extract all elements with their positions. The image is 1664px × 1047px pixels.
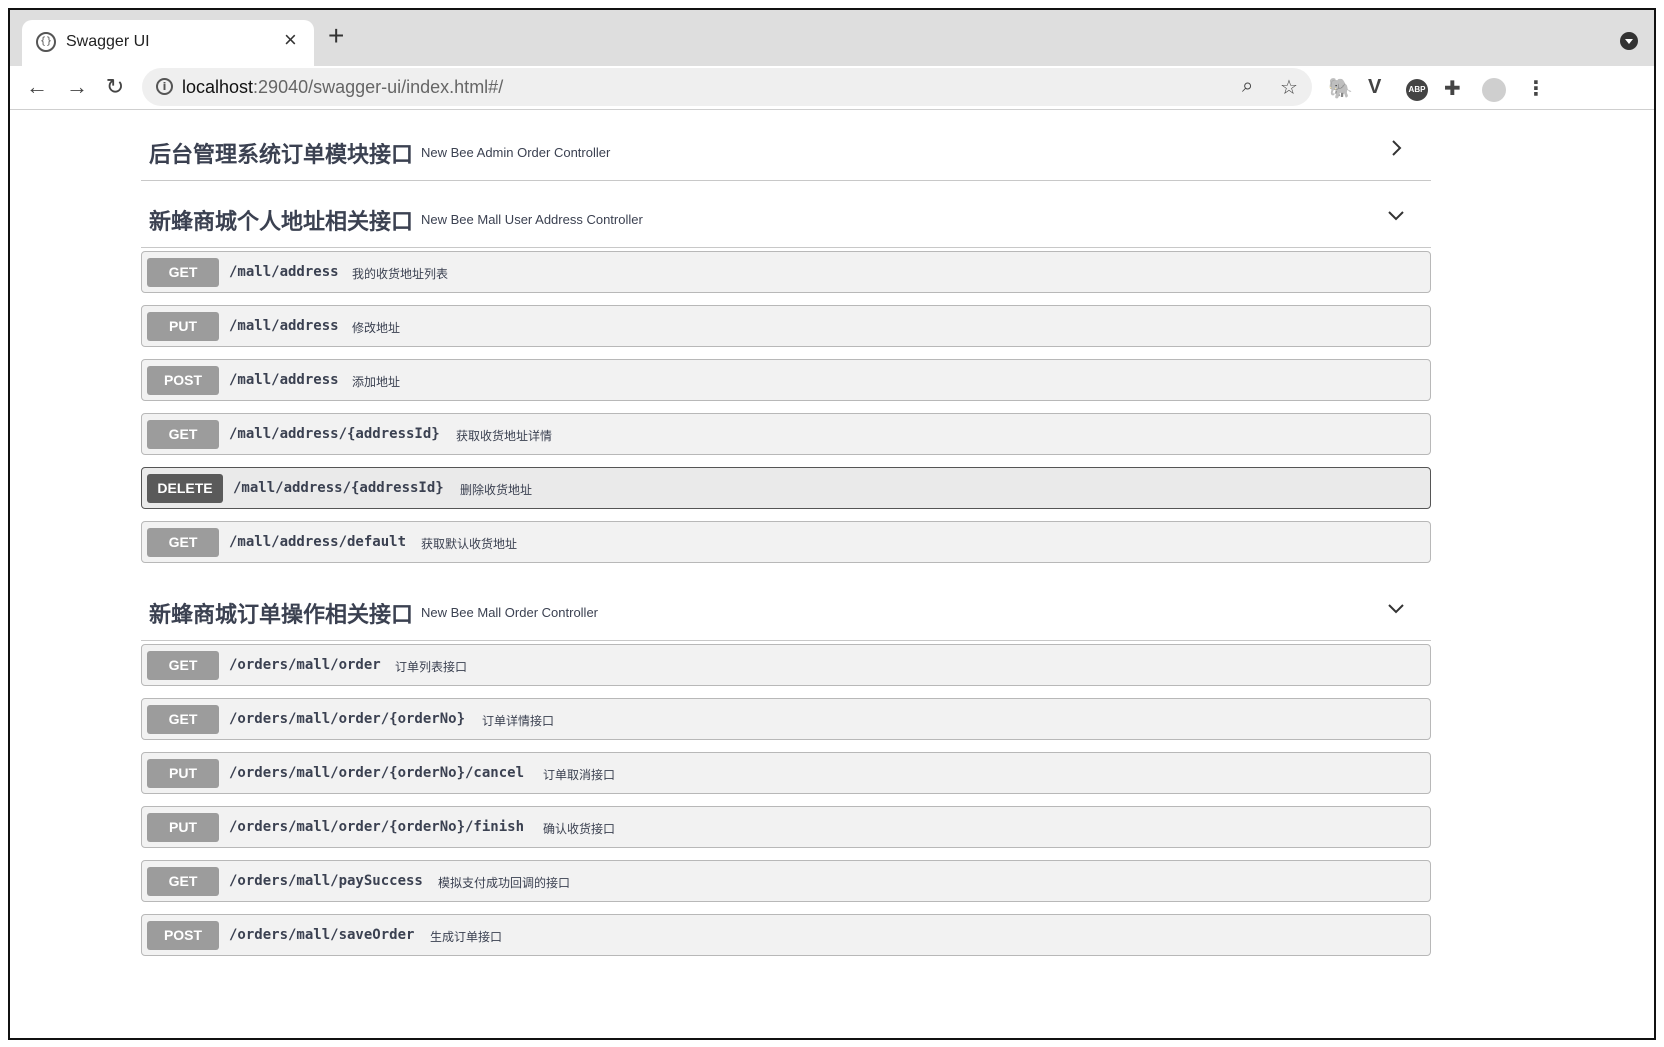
section-header-user-address[interactable]: 新蜂商城个人地址相关接口 New Bee Mall User Address C… — [141, 184, 1431, 248]
chevron-down-icon[interactable] — [1385, 204, 1407, 226]
method-badge: GET — [147, 258, 219, 287]
operation-row[interactable]: GET /orders/mall/order 订单列表接口 — [141, 644, 1431, 686]
operation-path: /orders/mall/saveOrder — [229, 927, 415, 943]
operation-path: /mall/address/{addressId} — [233, 480, 444, 496]
operation-path: /orders/mall/paySuccess — [229, 873, 423, 889]
operation-summary: 获取默认收货地址 — [421, 537, 518, 551]
url-path: :29040/swagger-ui/index.html#/ — [253, 77, 504, 97]
forward-button[interactable]: → — [62, 72, 92, 102]
operation-row[interactable]: GET /mall/address/default 获取默认收货地址 — [141, 521, 1431, 563]
profile-avatar-icon[interactable] — [1482, 78, 1506, 102]
chevron-right-icon[interactable] — [1385, 137, 1407, 159]
operation-summary: 订单详情接口 — [482, 714, 555, 728]
operation-row[interactable]: DELETE /mall/address/{addressId} 删除收货地址 — [141, 467, 1431, 509]
operation-row[interactable]: GET /orders/mall/paySuccess 模拟支付成功回调的接口 — [141, 860, 1431, 902]
operation-path: /mall/address — [229, 318, 339, 334]
swagger-favicon-icon: {} — [36, 32, 56, 52]
operation-row[interactable]: PUT /mall/address 修改地址 — [141, 305, 1431, 347]
reload-button[interactable]: ↻ — [100, 72, 130, 102]
operation-row[interactable]: GET /orders/mall/order/{orderNo} 订单详情接口 — [141, 698, 1431, 740]
bookmark-star-icon[interactable]: ☆ — [1280, 75, 1298, 100]
evernote-icon[interactable]: 🐘 — [1328, 76, 1353, 101]
method-badge: PUT — [147, 813, 219, 842]
method-badge: POST — [147, 366, 219, 395]
method-badge: GET — [147, 867, 219, 896]
operation-path: /orders/mall/order — [229, 657, 381, 673]
operation-row[interactable]: PUT /orders/mall/order/{orderNo}/finish … — [141, 806, 1431, 848]
operation-summary: 添加地址 — [352, 375, 401, 389]
operation-summary: 修改地址 — [352, 321, 401, 335]
chevron-down-icon[interactable] — [1385, 597, 1407, 619]
section-title: 新蜂商城订单操作相关接口 — [149, 602, 414, 627]
operation-summary: 我的收货地址列表 — [352, 267, 449, 281]
operation-summary: 订单取消接口 — [543, 768, 616, 782]
menu-icon[interactable]: ⋮ — [1526, 76, 1546, 101]
operation-path: /mall/address/default — [229, 534, 407, 550]
method-badge: POST — [147, 921, 219, 950]
operation-path: /orders/mall/order/{orderNo}/cancel — [229, 765, 525, 781]
method-badge: PUT — [147, 312, 219, 341]
section-description: New Bee Mall Order Controller — [421, 605, 599, 620]
operation-row[interactable]: GET /mall/address 我的收货地址列表 — [141, 251, 1431, 293]
section-title: 新蜂商城个人地址相关接口 — [149, 209, 414, 234]
site-info-icon[interactable]: i — [156, 78, 173, 95]
method-badge: DELETE — [147, 474, 223, 503]
section-title: 后台管理系统订单模块接口 — [149, 142, 414, 167]
operation-row[interactable]: POST /mall/address 添加地址 — [141, 359, 1431, 401]
close-tab-icon[interactable]: × — [284, 27, 297, 53]
new-tab-button[interactable]: + — [328, 22, 344, 50]
tab-strip: {} Swagger UI × + — [10, 10, 1654, 66]
address-bar[interactable]: i localhost:29040/swagger-ui/index.html#… — [142, 68, 1312, 106]
operation-summary: 获取收货地址详情 — [456, 429, 553, 443]
section-description: New Bee Mall User Address Controller — [421, 212, 643, 227]
zoom-icon[interactable]: ⌕ — [1242, 75, 1253, 98]
browser-tab[interactable]: {} Swagger UI × — [22, 20, 314, 66]
operation-summary: 删除收货地址 — [460, 483, 533, 497]
adblock-plus-icon[interactable]: ABP — [1406, 79, 1428, 101]
url-host: localhost — [182, 77, 254, 97]
operation-row[interactable]: PUT /orders/mall/order/{orderNo}/cancel … — [141, 752, 1431, 794]
method-badge: GET — [147, 420, 219, 449]
browser-toolbar: ← → ↻ i localhost:29040/swagger-ui/index… — [10, 66, 1654, 110]
method-badge: GET — [147, 705, 219, 734]
operation-row[interactable]: POST /orders/mall/saveOrder 生成订单接口 — [141, 914, 1431, 956]
vivaldi-icon[interactable]: V — [1368, 76, 1381, 99]
operation-summary: 模拟支付成功回调的接口 — [438, 876, 571, 890]
section-header-mall-order[interactable]: 新蜂商城订单操作相关接口 New Bee Mall Order Controll… — [141, 577, 1431, 641]
operation-path: /orders/mall/order/{orderNo} — [229, 711, 466, 727]
method-badge: GET — [147, 528, 219, 557]
operation-summary: 生成订单接口 — [430, 930, 503, 944]
url-text[interactable]: localhost:29040/swagger-ui/index.html#/ — [182, 77, 503, 98]
operation-summary: 确认收货接口 — [543, 822, 616, 836]
puzzle-icon[interactable]: ✚ — [1444, 76, 1461, 101]
browser-window: {} Swagger UI × + ← → ↻ i localhost:2904… — [8, 8, 1656, 1040]
method-badge: PUT — [147, 759, 219, 788]
operation-path: /mall/address — [229, 264, 339, 280]
back-button[interactable]: ← — [22, 72, 52, 102]
tab-search-icon[interactable] — [1620, 32, 1638, 50]
tab-title: Swagger UI — [66, 33, 150, 50]
operation-row[interactable]: GET /mall/address/{addressId} 获取收货地址详情 — [141, 413, 1431, 455]
operation-path: /mall/address — [229, 372, 339, 388]
operation-path: /orders/mall/order/{orderNo}/finish — [229, 819, 525, 835]
operation-path: /mall/address/{addressId} — [229, 426, 440, 442]
method-badge: GET — [147, 651, 219, 680]
swagger-content: 后台管理系统订单模块接口 New Bee Admin Order Control… — [10, 111, 1654, 1038]
section-description: New Bee Admin Order Controller — [421, 145, 611, 160]
operation-summary: 订单列表接口 — [395, 660, 468, 674]
section-header-admin-order[interactable]: 后台管理系统订单模块接口 New Bee Admin Order Control… — [141, 117, 1431, 181]
